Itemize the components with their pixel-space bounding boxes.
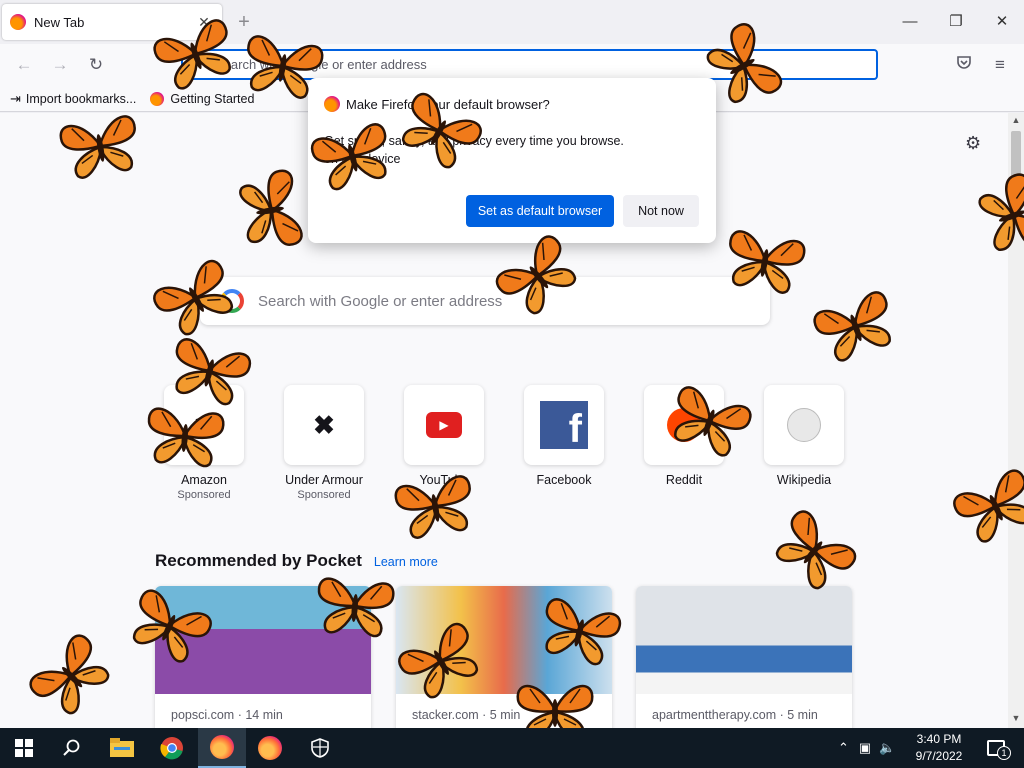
top-site-label: Wikipedia [776, 473, 832, 487]
pocket-section-header: Recommended by Pocket Learn more [155, 551, 438, 571]
learn-more-link[interactable]: Learn more [374, 555, 438, 569]
amazon-icon: a [192, 405, 216, 445]
top-site-wikipedia[interactable]: Wikipedia [764, 385, 844, 487]
search-input[interactable] [258, 292, 698, 310]
sponsored-label: Sponsored [177, 489, 231, 501]
dialog-body: Get speed, safety, and privacy every tim… [324, 132, 704, 168]
firefox-taskbar-icon[interactable] [198, 728, 246, 768]
pocket-card[interactable]: apartmenttherapy.com · 5 min [636, 586, 852, 728]
top-site-reddit[interactable]: Reddit [644, 385, 724, 487]
search-icon[interactable] [48, 728, 96, 768]
default-browser-dialog: Make Firefox your default browser? Get s… [308, 78, 716, 243]
dialog-message: Get speed, safety, and privacy every tim… [324, 134, 624, 148]
top-sites: a Amazon Sponsored ✖ Under Armour Sponso… [164, 385, 884, 515]
clock-time: 3:40 PM [916, 732, 962, 746]
pocket-card[interactable]: popsci.com · 14 min [155, 586, 371, 728]
scroll-down-icon[interactable]: ▼ [1008, 713, 1024, 723]
card-image [155, 586, 371, 694]
dialog-title: Make Firefox your default browser? [346, 96, 550, 112]
reload-button[interactable]: ↻ [82, 51, 110, 79]
card-source: stacker.com · 5 min [412, 708, 521, 722]
gear-icon[interactable]: ⚙ [965, 133, 981, 154]
clock-date: 9/7/2022 [915, 749, 963, 763]
card-image [396, 586, 612, 694]
pocket-heading: Recommended by Pocket [155, 551, 362, 570]
search-icon: ⚲ [191, 56, 201, 71]
top-site-label: Amazon [181, 473, 227, 487]
menu-icon[interactable]: ≡ [986, 51, 1014, 79]
under-armour-icon: ✖ [313, 409, 335, 440]
firefox-taskbar-icon[interactable] [246, 728, 294, 768]
facebook-icon: f [540, 401, 588, 451]
firefox-icon [10, 14, 26, 30]
sponsored-label: Sponsored [297, 489, 351, 501]
card-source: popsci.com · 14 min [171, 708, 283, 722]
restore-button[interactable]: ❐ [934, 8, 978, 36]
notification-count: 1 [997, 746, 1011, 760]
back-button[interactable]: ← [10, 51, 38, 79]
top-site-under-armour[interactable]: ✖ Under Armour Sponsored [284, 385, 364, 501]
new-tab-button[interactable]: + [232, 10, 256, 34]
volume-icon[interactable]: 🔈 [879, 740, 895, 756]
pocket-card[interactable]: stacker.com · 5 min [396, 586, 612, 728]
top-site-amazon[interactable]: a Amazon Sponsored [164, 385, 244, 501]
import-icon: ⇥ [10, 90, 21, 106]
dialog-message-2: on this device [324, 152, 401, 166]
taskbar-clock[interactable]: 3:40 PM 9/7/2022 [906, 731, 972, 765]
chrome-icon[interactable] [148, 728, 196, 768]
youtube-icon: ▶ [426, 412, 462, 438]
close-window-button[interactable]: ✕ [980, 8, 1024, 36]
new-tab-search[interactable] [200, 277, 770, 325]
firefox-icon [324, 96, 340, 112]
tab-new-tab[interactable]: New Tab ✕ [2, 4, 222, 40]
close-tab-icon[interactable]: ✕ [194, 14, 214, 31]
windows-icon [15, 739, 33, 757]
card-source: apartmenttherapy.com · 5 min [652, 708, 818, 722]
bookmark-label: Getting Started [170, 91, 255, 106]
file-explorer-icon[interactable] [98, 728, 146, 768]
start-button[interactable] [0, 728, 48, 768]
scroll-up-icon[interactable]: ▲ [1008, 115, 1024, 125]
set-default-button[interactable]: Set as default browser [466, 195, 614, 227]
tab-bar: New Tab ✕ + — ❐ ✕ [0, 0, 1024, 44]
minimize-button[interactable]: — [888, 8, 932, 36]
taskbar: ⌃ ▣ 🔈 3:40 PM 9/7/2022 1 [0, 728, 1024, 768]
bookmark-getting-started[interactable]: Getting Started [150, 91, 255, 106]
top-site-facebook[interactable]: f Facebook [524, 385, 604, 487]
top-site-label: Facebook [536, 473, 592, 487]
scroll-thumb[interactable] [1011, 131, 1021, 191]
pocket-icon[interactable] [950, 51, 978, 79]
wikipedia-icon [787, 408, 821, 442]
reddit-icon [667, 408, 701, 442]
google-icon [220, 289, 244, 313]
url-bar[interactable]: ⚲ [181, 49, 878, 80]
bookmark-label: Import bookmarks... [25, 91, 137, 106]
not-now-button[interactable]: Not now [623, 195, 699, 227]
security-shield-icon[interactable] [296, 728, 344, 768]
top-site-label: Reddit [665, 473, 703, 487]
top-site-youtube[interactable]: ▶ YouTube [404, 385, 484, 487]
chevron-up-icon[interactable]: ⌃ [838, 740, 849, 756]
url-input[interactable] [215, 57, 876, 72]
bookmark-import[interactable]: ⇥ Import bookmarks... [10, 91, 136, 107]
notification-icon: 1 [987, 740, 1011, 760]
system-tray: ⌃ ▣ 🔈 [838, 728, 895, 768]
firefox-icon [150, 91, 165, 106]
page-scrollbar[interactable]: ▲ ▼ [1008, 113, 1024, 728]
dialog-header: Make Firefox your default browser? [324, 96, 550, 112]
forward-button[interactable]: → [46, 51, 74, 79]
top-site-label: YouTube [419, 473, 469, 487]
network-icon[interactable]: ▣ [859, 740, 871, 756]
top-site-label: Under Armour [285, 473, 363, 487]
action-center-button[interactable]: 1 [972, 728, 1020, 768]
tab-title: New Tab [34, 14, 85, 30]
card-image [636, 586, 852, 694]
